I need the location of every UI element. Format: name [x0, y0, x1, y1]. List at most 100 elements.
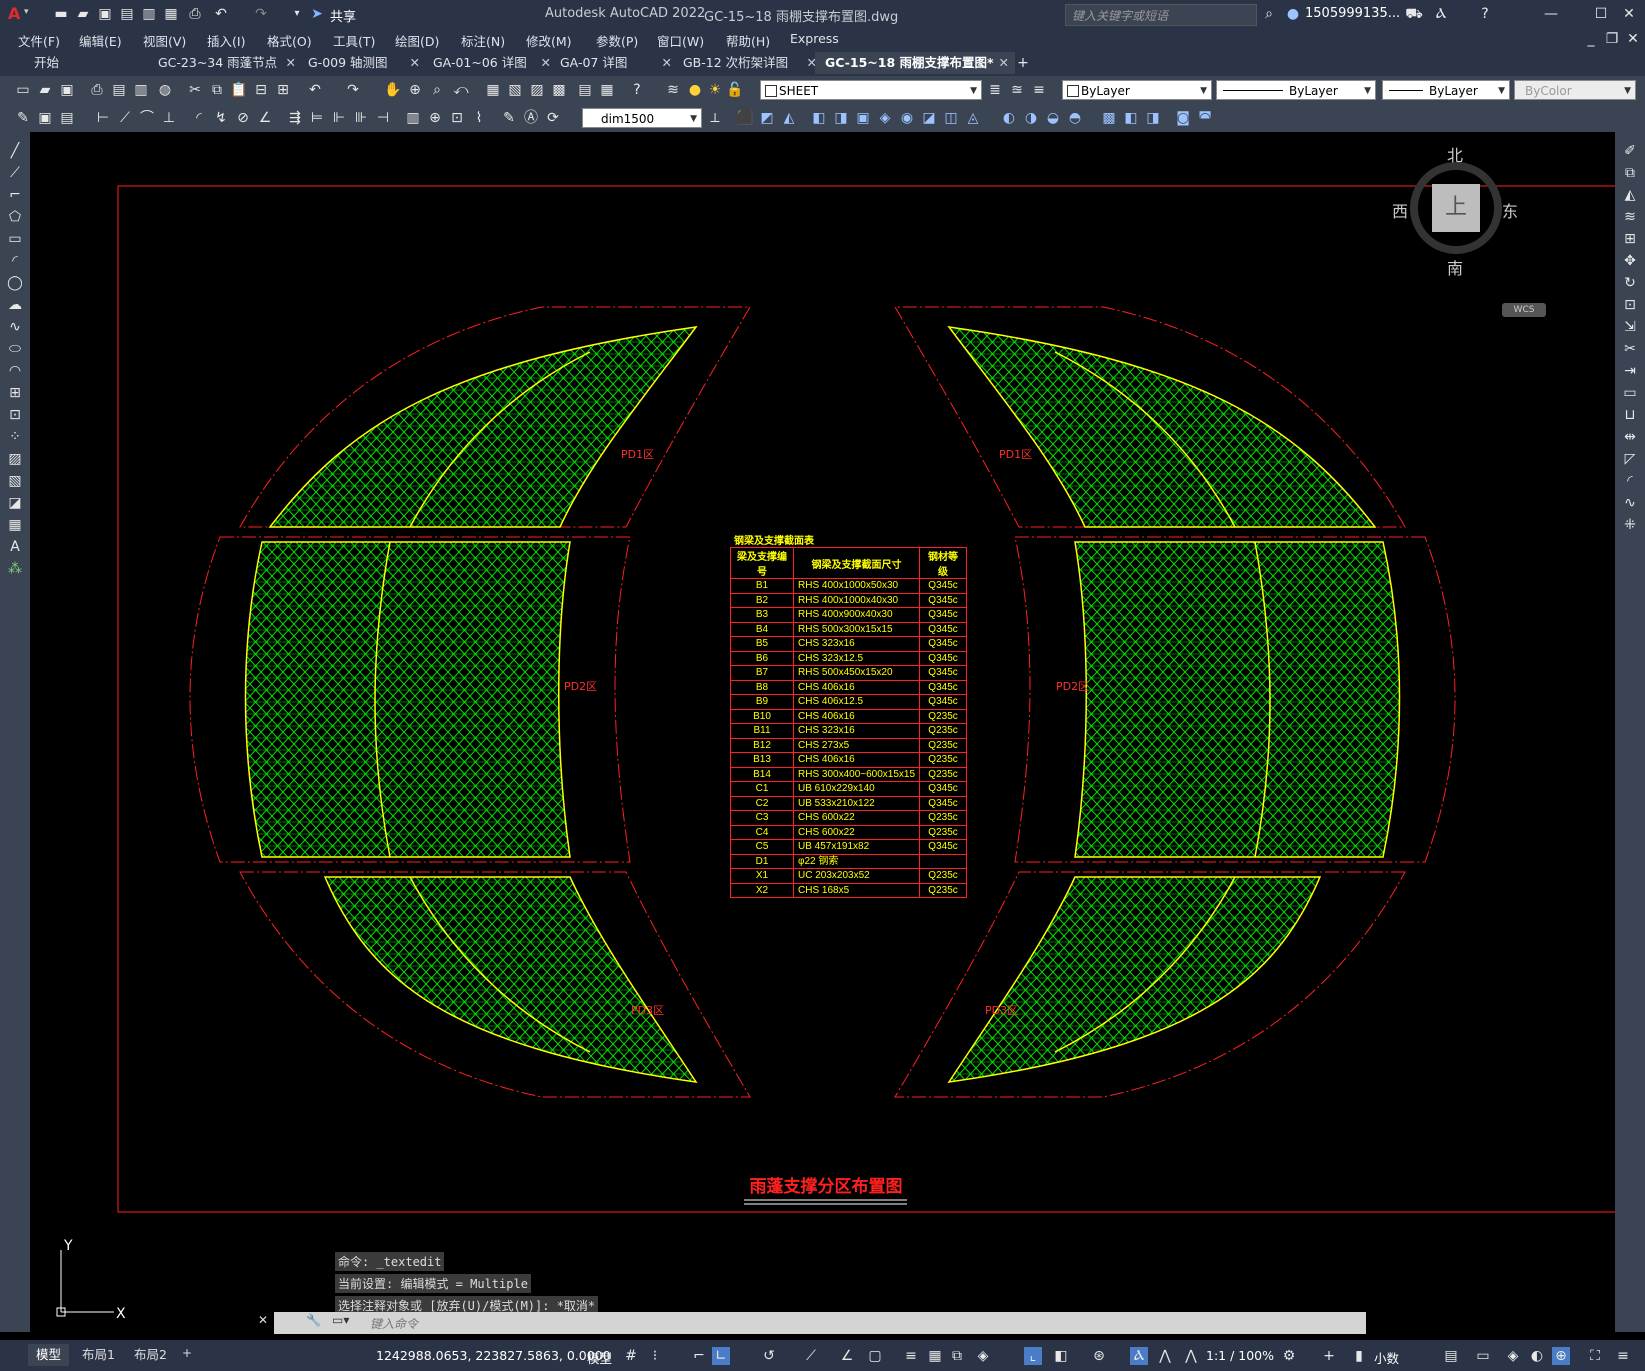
dimension-break-icon[interactable]: ⊣: [374, 109, 392, 127]
help-icon[interactable]: ?: [1476, 5, 1494, 23]
new-icon[interactable]: ▬: [52, 5, 70, 23]
calculator-icon[interactable]: ▦: [598, 81, 616, 99]
search-box[interactable]: 键入关键字或短语: [1065, 4, 1257, 26]
3d-osnap-icon[interactable]: ◈: [974, 1347, 992, 1365]
zoom-previous-icon[interactable]: ⤺: [452, 81, 470, 99]
doc-close-icon[interactable]: ✕: [1624, 30, 1642, 48]
grid-icon[interactable]: #: [622, 1347, 640, 1365]
model-space-toggle[interactable]: 模型: [587, 1348, 612, 1367]
visual-style-icon[interactable]: ◐: [1000, 109, 1018, 127]
tool-palettes-icon[interactable]: ▨: [528, 81, 546, 99]
plot-icon[interactable]: ⎙: [186, 5, 204, 23]
revision-cloud-icon[interactable]: ☁: [6, 296, 24, 314]
dimension-space-icon[interactable]: ⊪: [352, 109, 370, 127]
user-icon[interactable]: ●: [1284, 5, 1302, 23]
menu-help[interactable]: 帮助(H): [726, 31, 770, 50]
layer-on-icon[interactable]: ●: [686, 81, 704, 99]
annotation-scale-icon[interactable]: ⋀: [1182, 1347, 1200, 1365]
undo-icon[interactable]: ↶: [212, 5, 230, 23]
selection-filter-icon[interactable]: ◧: [1052, 1347, 1070, 1365]
intersect-icon[interactable]: ◬: [964, 109, 982, 127]
make-current-icon[interactable]: ≣: [986, 81, 1004, 99]
save-icon[interactable]: ▣: [96, 5, 114, 23]
lights-icon[interactable]: ◓: [1066, 109, 1084, 127]
clean-screen-icon[interactable]: ⊕: [1552, 1347, 1570, 1365]
command-line[interactable]: ✕ 🔧 ▭▾ 键入命令: [258, 1312, 1366, 1334]
zoom-realtime-icon[interactable]: ⊕: [406, 81, 424, 99]
trim-icon[interactable]: ✂: [1621, 340, 1639, 358]
attribute-icon[interactable]: ▤: [58, 109, 76, 127]
units-value[interactable]: 小数: [1374, 1348, 1399, 1367]
isolate-objects-icon[interactable]: ◈: [1504, 1347, 1522, 1365]
angular-icon[interactable]: ∠: [256, 109, 274, 127]
lineweight-dropdown[interactable]: ByLayer ▼: [1382, 80, 1510, 100]
circle-icon[interactable]: ◯: [6, 274, 24, 292]
break-icon[interactable]: ⊔: [1621, 406, 1639, 424]
join-icon[interactable]: ⇹: [1621, 428, 1639, 446]
tab-ga01[interactable]: GA-01~06 详图 ✕: [423, 52, 557, 74]
presspull-icon[interactable]: ◉: [898, 109, 916, 127]
layer-previous-icon[interactable]: ≊: [1008, 81, 1026, 99]
pan-icon[interactable]: ✋: [384, 81, 402, 99]
isodraft-icon[interactable]: ⟋: [802, 1347, 820, 1365]
insert-block-icon[interactable]: ⊞: [6, 384, 24, 402]
menu-insert[interactable]: 插入(I): [207, 31, 245, 50]
coordinates-readout[interactable]: 1242988.0653, 223827.5863, 0.0000: [376, 1348, 611, 1363]
copy-icon[interactable]: ⧉: [208, 81, 226, 99]
annotation-monitor-icon[interactable]: +: [1320, 1347, 1338, 1365]
line-icon[interactable]: ╱: [6, 142, 24, 160]
tab-close-icon[interactable]: ✕: [286, 52, 296, 74]
3d-cone-icon[interactable]: ◭: [780, 109, 798, 127]
object-snap-icon[interactable]: ▢: [866, 1347, 884, 1365]
revolve-icon[interactable]: ◨: [832, 109, 850, 127]
tab-layout2[interactable]: 布局2: [126, 1344, 175, 1366]
object-snap-tracking-icon[interactable]: ∠: [838, 1347, 856, 1365]
auto-scale-icon[interactable]: ⋀: [1156, 1347, 1174, 1365]
linetype-dropdown[interactable]: ByLayer ▼: [1216, 80, 1376, 100]
tab-gc15[interactable]: GC-15~18 雨棚支撑布置图* ✕: [815, 52, 1015, 74]
dimension-edit-icon[interactable]: ✎: [500, 109, 518, 127]
redo-icon[interactable]: ↷: [252, 5, 270, 23]
globe-icon[interactable]: ◍: [156, 81, 174, 99]
tab-gb12[interactable]: GB-12 次桁架详图 ✕: [673, 52, 823, 74]
recent-commands-icon[interactable]: ▭▾: [332, 1313, 349, 1327]
dimension-update-icon[interactable]: ⟳: [544, 109, 562, 127]
lineweight-icon[interactable]: ≡: [902, 1347, 920, 1365]
fillet-icon[interactable]: ◜: [1621, 472, 1639, 490]
redo-icon[interactable]: ↷: [344, 81, 362, 99]
fullscreen-icon[interactable]: ⛶: [1586, 1347, 1604, 1365]
camera-icon[interactable]: ▩: [1100, 109, 1118, 127]
publish-icon[interactable]: ▥: [132, 81, 150, 99]
minimize-icon[interactable]: —: [1542, 5, 1560, 23]
chamfer-icon[interactable]: ◸: [1621, 450, 1639, 468]
polyline-icon[interactable]: ⌐: [6, 186, 24, 204]
open-icon[interactable]: ▰: [74, 5, 92, 23]
block-editor-icon[interactable]: ⊞: [274, 81, 292, 99]
layer-state-icon[interactable]: ≡: [1030, 81, 1048, 99]
center-mark-icon[interactable]: ⊕: [426, 109, 444, 127]
scale-icon[interactable]: ⊡: [1621, 296, 1639, 314]
compass-south[interactable]: 南: [1447, 255, 1463, 279]
gradient-icon[interactable]: ▧: [6, 472, 24, 490]
rotate-icon[interactable]: ↻: [1621, 274, 1639, 292]
ellipse-icon[interactable]: ⬭: [6, 340, 24, 358]
polar-icon[interactable]: ↺: [760, 1347, 778, 1365]
radius-icon[interactable]: ◜: [190, 109, 208, 127]
graphics-performance-icon[interactable]: ◐: [1528, 1347, 1546, 1365]
ortho-icon[interactable]: ∟: [712, 1347, 730, 1365]
continue-icon[interactable]: ⊩: [330, 109, 348, 127]
menu-view[interactable]: 视图(V): [143, 31, 186, 50]
linear-dimension-icon[interactable]: ⊢: [94, 109, 112, 127]
doc-restore-icon[interactable]: ❐: [1603, 30, 1621, 48]
menu-format[interactable]: 格式(O): [267, 31, 312, 50]
command-input[interactable]: 键入命令: [370, 1315, 418, 1332]
point-icon[interactable]: ⁘: [6, 428, 24, 446]
tolerance-icon[interactable]: ▥: [404, 109, 422, 127]
units-icon[interactable]: ▮: [1350, 1347, 1368, 1365]
new-tab-icon[interactable]: +: [1014, 54, 1032, 72]
close-icon[interactable]: ✕: [1620, 5, 1638, 23]
layer-freeze-icon[interactable]: ☀: [706, 81, 724, 99]
tab-close-icon[interactable]: ✕: [662, 52, 672, 74]
menu-window[interactable]: 窗口(W): [657, 31, 704, 50]
mtext-icon[interactable]: A: [6, 538, 24, 556]
